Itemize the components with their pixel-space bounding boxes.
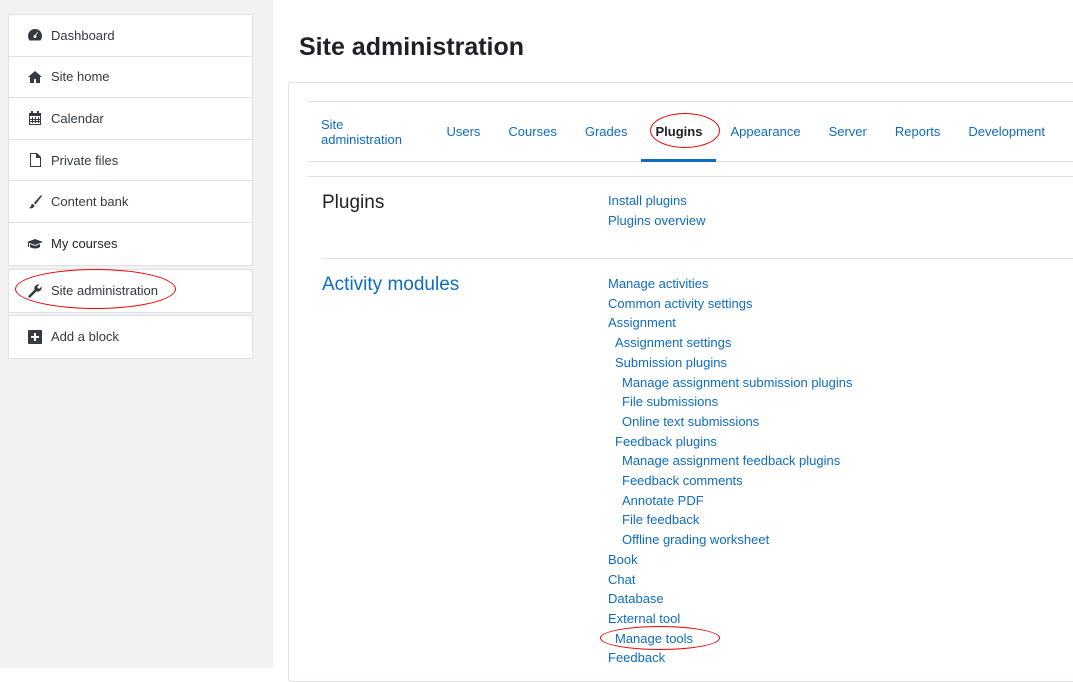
admin-link[interactable]: Submission plugins <box>608 353 853 373</box>
nav-label: Dashboard <box>51 27 115 43</box>
nav-calendar[interactable]: Calendar <box>9 98 252 140</box>
plugins-links: Install plugins Plugins overview <box>608 191 706 230</box>
admin-link[interactable]: Assignment <box>608 313 853 333</box>
tab-courses[interactable]: Courses <box>508 102 556 161</box>
divider <box>307 176 1073 177</box>
navigation-block: Dashboard Site home Calendar Private fil… <box>8 14 253 266</box>
add-block-label: Add a block <box>51 329 119 345</box>
nav-content-bank[interactable]: Content bank <box>9 181 252 223</box>
site-administration-block: Site administration <box>8 269 253 313</box>
admin-link[interactable]: Common activity settings <box>608 294 853 314</box>
file-icon <box>26 152 44 168</box>
admin-link[interactable]: Book <box>608 550 853 570</box>
admin-link[interactable]: Manage assignment feedback plugins <box>608 451 853 471</box>
sidebar: Dashboard Site home Calendar Private fil… <box>0 0 273 668</box>
tab-users[interactable]: Users <box>446 102 480 161</box>
plus-square-icon <box>26 329 44 345</box>
admin-link[interactable]: Install plugins <box>608 191 706 211</box>
divider <box>322 258 1073 259</box>
nav-label: Calendar <box>51 110 104 126</box>
nav-site-home[interactable]: Site home <box>9 57 252 99</box>
admin-link[interactable]: Annotate PDF <box>608 491 853 511</box>
tab-site-administration[interactable]: Site administration <box>321 102 418 161</box>
paintbrush-icon <box>26 194 44 210</box>
nav-label: My courses <box>51 236 118 252</box>
admin-link[interactable]: Manage activities <box>608 274 853 294</box>
wrench-icon <box>26 283 44 299</box>
page-title: Site administration <box>299 33 525 61</box>
admin-link[interactable]: Plugins overview <box>608 211 706 231</box>
dashboard-icon <box>26 27 44 43</box>
activity-modules-links: Manage activities Common activity setting… <box>608 274 853 668</box>
graduation-cap-icon <box>26 236 44 252</box>
tab-development[interactable]: Development <box>968 102 1045 161</box>
tab-server[interactable]: Server <box>829 102 867 161</box>
nav-dashboard[interactable]: Dashboard <box>9 15 252 57</box>
section-heading-activity-modules[interactable]: Activity modules <box>322 274 459 296</box>
calendar-icon <box>26 110 44 126</box>
admin-link[interactable]: Online text submissions <box>608 412 853 432</box>
home-icon <box>26 69 44 85</box>
add-block-button[interactable]: Add a block <box>9 316 252 358</box>
admin-link[interactable]: Database <box>608 589 853 609</box>
admin-link[interactable]: File submissions <box>608 392 853 412</box>
tab-plugins[interactable]: Plugins <box>641 102 717 162</box>
tab-appearance[interactable]: Appearance <box>730 102 800 161</box>
nav-label: Site home <box>51 69 110 85</box>
tab-grades[interactable]: Grades <box>585 102 628 161</box>
nav-site-administration[interactable]: Site administration <box>9 270 252 312</box>
admin-link[interactable]: Assignment settings <box>608 333 853 353</box>
admin-link[interactable]: Feedback plugins <box>608 432 853 452</box>
admin-link[interactable]: External tool <box>608 609 853 629</box>
admin-link[interactable]: Feedback <box>608 648 853 668</box>
admin-link[interactable]: Chat <box>608 570 853 590</box>
admin-link[interactable]: Manage tools <box>608 629 853 649</box>
admin-link[interactable]: Manage assignment submission plugins <box>608 373 853 393</box>
admin-link[interactable]: Offline grading worksheet <box>608 530 853 550</box>
admin-tabs: Site administration Users Courses Grades Plu… <box>307 101 1073 162</box>
nav-label: Private files <box>51 152 119 168</box>
add-block: Add a block <box>8 315 253 359</box>
nav-label: Content bank <box>51 194 129 210</box>
nav-private-files[interactable]: Private files <box>9 140 252 182</box>
admin-link[interactable]: File feedback <box>608 510 853 530</box>
nav-my-courses[interactable]: My courses <box>9 223 252 265</box>
nav-label: Site administration <box>51 283 158 299</box>
admin-link[interactable]: Feedback comments <box>608 471 853 491</box>
section-heading-plugins: Plugins <box>322 192 385 213</box>
tab-reports[interactable]: Reports <box>895 102 941 161</box>
